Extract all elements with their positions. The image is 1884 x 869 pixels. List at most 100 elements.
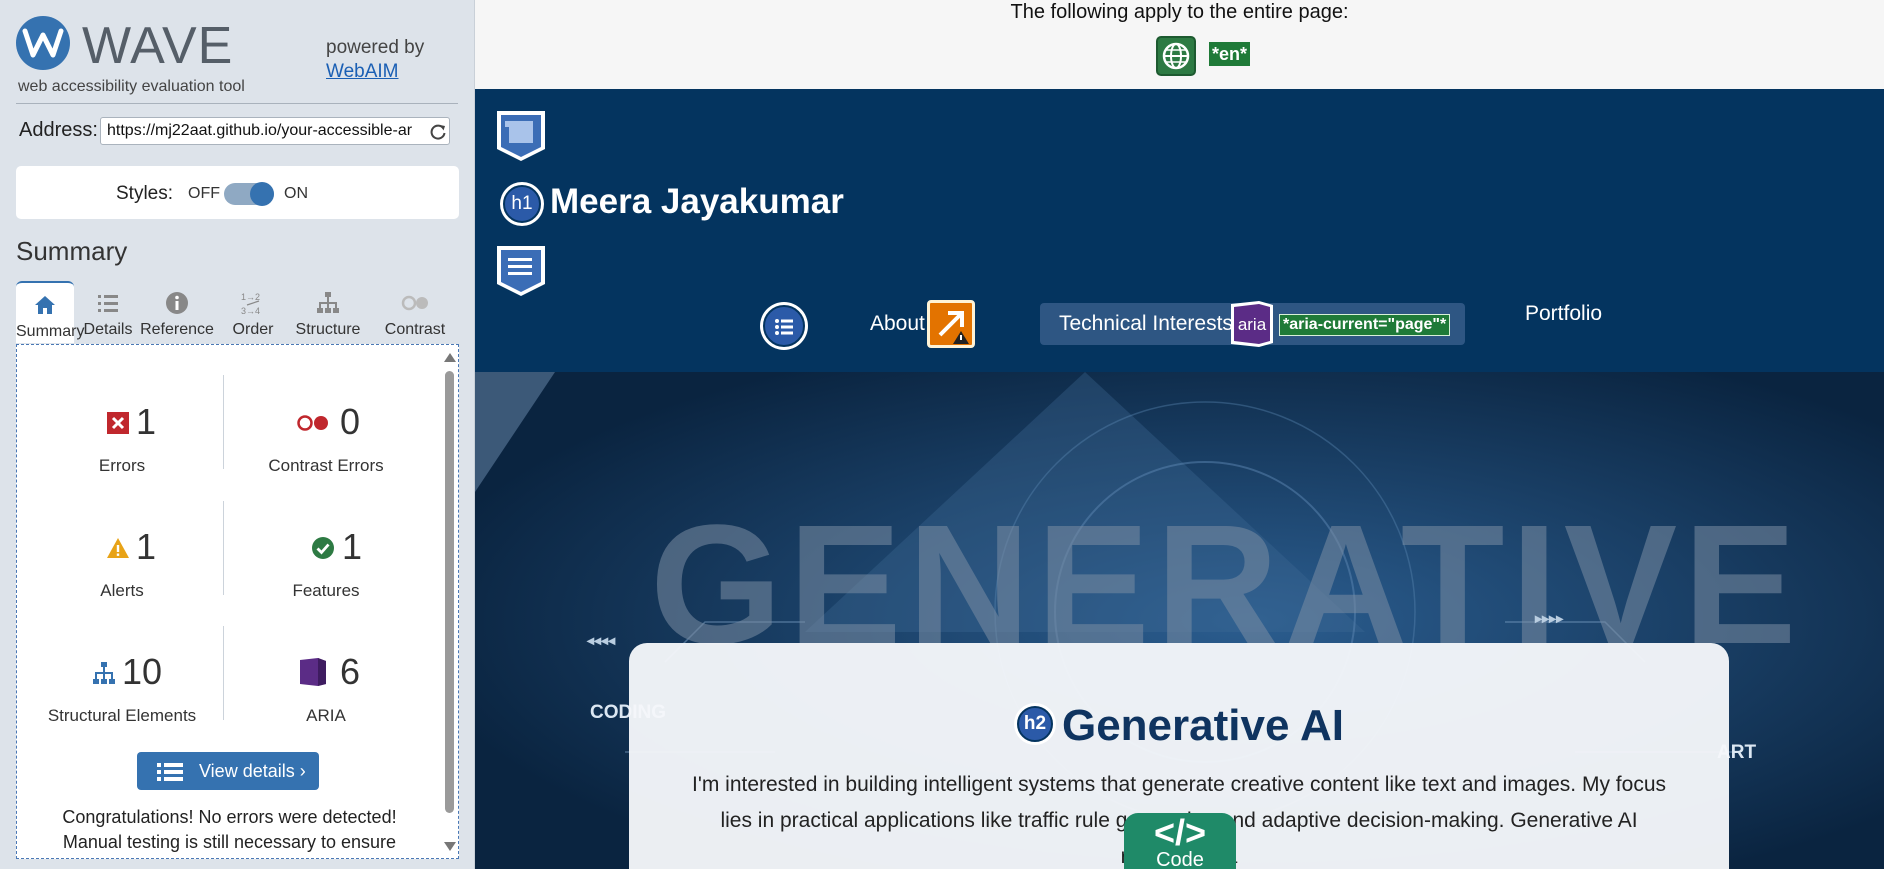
structural-stat[interactable]: 10 Structural Elements xyxy=(22,651,222,751)
h2-badge-label: h2 xyxy=(1016,706,1053,743)
redundant-link-alert-icon[interactable] xyxy=(927,300,975,348)
structural-label: Structural Elements xyxy=(47,706,197,725)
features-count: 1 xyxy=(342,526,363,567)
errors-label: Errors xyxy=(98,456,146,475)
code-icon: </> xyxy=(1153,812,1207,853)
wave-tabs: Summary Details Reference 1→2 3→4 Order S… xyxy=(16,281,460,343)
language-tag: *en* xyxy=(1209,42,1251,66)
order-icon: 1→23→4 xyxy=(241,292,260,316)
card-title-text: Generative AI xyxy=(1061,701,1345,750)
home-icon xyxy=(35,296,55,314)
h1-badge-label: h1 xyxy=(503,185,541,223)
hero-section: GENERATIVE ◂◂◂◂ ▸▸▸▸ CODING ART h2 Genera… xyxy=(475,372,1884,869)
refresh-icon[interactable] xyxy=(429,123,447,141)
tab-contrast[interactable]: Contrast xyxy=(372,281,458,343)
view-details-button[interactable]: View details › xyxy=(137,752,319,790)
nav-about[interactable]: About xyxy=(870,312,925,336)
toggle-knob xyxy=(250,182,274,206)
aria-count: 6 xyxy=(340,651,361,692)
language-feature-icon[interactable] xyxy=(1156,36,1196,76)
page-apply-text: The following apply to the entire page: xyxy=(1010,1,1349,23)
list-structure-icon[interactable] xyxy=(760,302,808,350)
tab-label: Details xyxy=(83,321,133,338)
alerts-stat[interactable]: 1 Alerts xyxy=(22,526,222,626)
scroll-up-arrow[interactable] xyxy=(444,353,456,362)
nav-portfolio[interactable]: Portfolio xyxy=(1525,302,1602,326)
features-stat[interactable]: 1 Features xyxy=(226,526,426,626)
tab-structure[interactable]: Structure xyxy=(288,281,368,343)
aria-label: ARIA xyxy=(306,706,346,725)
styles-toggle-panel: Styles: OFF ON xyxy=(16,166,459,219)
alert-icon xyxy=(107,538,129,558)
h2-badge[interactable]: h2 xyxy=(1013,703,1056,746)
site-header: h1 Meera Jayakumar About Technical Inter… xyxy=(475,89,1884,372)
list-icon xyxy=(98,295,118,312)
tab-reference[interactable]: Reference xyxy=(138,281,216,343)
aria-stat[interactable]: 6 ARIA xyxy=(226,651,426,751)
code-element-badge[interactable]: </> Code xyxy=(1124,813,1236,869)
tab-label: Contrast xyxy=(384,321,446,338)
hero-arrows-left: ◂◂◂◂ xyxy=(587,632,616,648)
alerts-label: Alerts xyxy=(100,581,144,600)
congrats-line: Congratulations! No errors were detected… xyxy=(62,807,397,827)
contrast-errors-count: 0 xyxy=(340,401,361,442)
error-icon xyxy=(107,412,129,434)
address-label: Address: xyxy=(19,119,98,141)
tab-label: Structure xyxy=(295,321,361,338)
card-title: h2 Generative AI xyxy=(629,701,1729,751)
nav-tech-label: Technical Interests xyxy=(1059,312,1233,335)
h1-badge[interactable]: h1 xyxy=(500,182,544,226)
tab-order[interactable]: 1→2 3→4 Order xyxy=(220,281,286,343)
panel-scrollbar[interactable] xyxy=(443,353,456,853)
tab-summary[interactable]: Summary xyxy=(16,281,85,343)
svg-text:3→4: 3→4 xyxy=(241,306,260,316)
congrats-message: Congratulations! No errors were detected… xyxy=(27,805,432,855)
tab-label: Summary xyxy=(16,323,85,340)
navigation-landmark-icon[interactable] xyxy=(495,244,547,298)
powered-by-text: powered by xyxy=(326,37,425,58)
webaim-link[interactable]: WebAIM xyxy=(326,61,399,82)
aria-icon xyxy=(300,658,326,686)
info-icon xyxy=(166,292,188,314)
wave-logo-text: WAVE xyxy=(82,17,234,75)
structure-icon xyxy=(317,292,339,313)
list-icon xyxy=(775,319,793,335)
header-landmark-icon[interactable] xyxy=(495,109,547,163)
address-input[interactable]: https://mj22aat.github.io/your-accessibl… xyxy=(100,117,450,145)
aria-current-tag: *aria-current="page"* xyxy=(1279,314,1451,336)
contrast-error-icon xyxy=(297,415,328,431)
wave-logo-icon xyxy=(16,16,70,70)
scroll-thumb[interactable] xyxy=(445,371,454,813)
powered-by: powered by WebAIM xyxy=(326,36,424,84)
wave-sidebar: WAVE web accessibility evaluation tool p… xyxy=(0,0,475,869)
list-icon-inner xyxy=(763,305,805,347)
stat-divider xyxy=(223,501,224,595)
svg-text:1→2: 1→2 xyxy=(241,292,260,302)
globe-icon xyxy=(1162,42,1190,70)
code-badge-label: Code xyxy=(1156,849,1204,869)
wave-logo-subtitle: web accessibility evaluation tool xyxy=(18,78,245,95)
styles-off-label: OFF xyxy=(188,185,220,202)
stat-divider xyxy=(223,375,224,469)
styles-toggle[interactable] xyxy=(224,182,274,206)
tab-details[interactable]: Details xyxy=(80,281,136,343)
contrast-errors-stat[interactable]: 0 Contrast Errors xyxy=(226,401,426,501)
errors-count: 1 xyxy=(136,401,157,442)
view-details-label: View details › xyxy=(199,761,306,781)
svg-text:aria: aria xyxy=(1238,315,1267,334)
hero-arrows-right: ▸▸▸▸ xyxy=(1535,610,1564,626)
list-icon xyxy=(157,763,183,781)
feature-icon xyxy=(312,537,334,559)
stat-divider xyxy=(223,626,224,720)
styles-label: Styles: xyxy=(116,183,174,204)
errors-stat[interactable]: 1 Errors xyxy=(22,401,222,501)
aria-badge[interactable]: aria xyxy=(1229,300,1275,348)
scroll-down-arrow[interactable] xyxy=(444,842,456,851)
congrats-line: Manual testing is still necessary to ens… xyxy=(62,832,397,852)
address-bar: Address: https://mj22aat.github.io/your-… xyxy=(16,116,458,148)
contrast-icon xyxy=(401,295,428,311)
summary-heading: Summary xyxy=(16,236,128,266)
tab-label: Order xyxy=(232,321,274,338)
evaluated-page: The following apply to the entire page: … xyxy=(475,0,1884,869)
divider xyxy=(16,103,458,104)
